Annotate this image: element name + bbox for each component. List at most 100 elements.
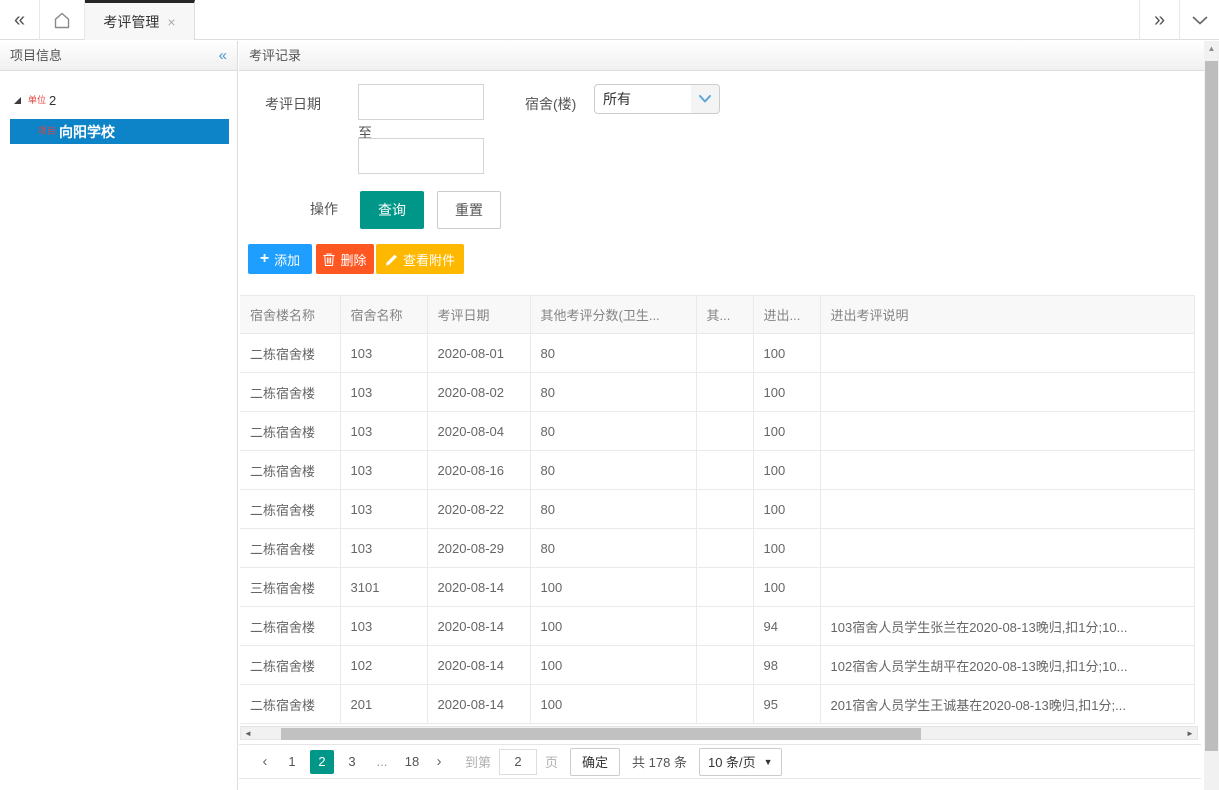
project-tree: 单位 2 项目 向阳学校 [0,71,237,144]
dorm-select[interactable]: 所有 [594,84,720,114]
scroll-up-arrow-icon[interactable]: ▲ [1204,41,1219,55]
goto-page-input[interactable] [499,749,537,775]
page-size-select[interactable]: 10 条/页 ▼ [699,748,782,776]
records-table: 宿舍楼名称宿舍名称考评日期其他考评分数(卫生...其...进出...进出考评说明… [240,295,1196,724]
reset-button[interactable]: 重置 [437,191,501,229]
table-cell: 100 [753,373,820,412]
pagination-next-icon[interactable]: › [427,753,451,770]
table-row[interactable]: 二栋宿舍楼1032020-08-0180100 [240,334,1195,373]
table-row[interactable]: 三栋宿舍楼31012020-08-14100100 [240,568,1195,607]
pagination-prev-icon[interactable]: ‹ [253,753,277,770]
table-row[interactable]: 二栋宿舍楼1032020-08-2980100 [240,529,1195,568]
table-cell: 二栋宿舍楼 [240,334,340,373]
tab-menu-button[interactable] [1179,0,1219,40]
table-cell: 二栋宿舍楼 [240,451,340,490]
table-cell: 80 [530,490,696,529]
tab-kaoping-guanli[interactable]: 考评管理 × [85,0,195,40]
collapse-tabs-button[interactable]: « [0,0,40,40]
table-cell: 103 [340,490,427,529]
table-cell: 103 [340,373,427,412]
table-cell: 二栋宿舍楼 [240,412,340,451]
table-cell [696,607,753,646]
table-cell: 98 [753,646,820,685]
view-attachment-button-label: 查看附件 [403,250,455,269]
home-button[interactable] [40,0,85,40]
expand-tabs-button[interactable]: » [1139,0,1179,40]
tree-expand-caret-icon[interactable] [14,97,21,104]
table-row[interactable]: 二栋宿舍楼1032020-08-1680100 [240,451,1195,490]
tree-node-label: 2 [49,93,56,108]
horizontal-scrollbar[interactable]: ◄ ► [240,726,1198,740]
table-row[interactable]: 二栋宿舍楼1032020-08-0480100 [240,412,1195,451]
pagination-bar: ‹ 123...18 › 到第 页 确定 共 178 条 10 条/页 ▼ [239,744,1201,779]
search-button[interactable]: 查询 [360,191,424,229]
table-row[interactable]: 二栋宿舍楼1022020-08-1410098102宿舍人员学生胡平在2020-… [240,646,1195,685]
table-row[interactable]: 二栋宿舍楼1032020-08-2280100 [240,490,1195,529]
scroll-left-arrow-icon[interactable]: ◄ [241,727,255,739]
table-cell: 103 [340,334,427,373]
table-cell: 80 [530,334,696,373]
main-panel-title: 考评记录 [239,41,1204,71]
table-cell: 100 [530,607,696,646]
date-to-input[interactable] [358,138,484,174]
action-label: 操作 [310,199,338,219]
table-row[interactable]: 二栋宿舍楼2012020-08-1410095201宿舍人员学生王诚基在2020… [240,685,1195,724]
tree-node-unit[interactable]: 单位 2 [0,89,237,111]
goto-confirm-button[interactable]: 确定 [570,748,620,776]
add-button[interactable]: + 添加 [248,244,312,274]
table-cell: 2020-08-16 [427,451,530,490]
table-cell [696,334,753,373]
pagination-page[interactable]: 18 [400,750,424,774]
view-attachment-button[interactable]: 查看附件 [376,244,464,274]
table-header-row: 宿舍楼名称宿舍名称考评日期其他考评分数(卫生...其...进出...进出考评说明 [240,296,1195,334]
table-cell [820,451,1195,490]
total-count-label: 共 178 条 [632,752,687,771]
sidebar-collapse-icon[interactable]: « [219,41,227,70]
table-cell: 2020-08-22 [427,490,530,529]
table-row[interactable]: 二栋宿舍楼1032020-08-0280100 [240,373,1195,412]
table-cell [820,373,1195,412]
table-column-header: 进出考评说明 [820,296,1195,334]
table-cell [696,568,753,607]
tab-close-icon[interactable]: × [167,14,175,30]
table-cell: 201 [340,685,427,724]
table-cell: 100 [753,334,820,373]
table-cell: 103 [340,412,427,451]
pagination-pages: 123...18 [277,750,427,774]
delete-button-label: 删除 [340,250,366,269]
table-column-header: 考评日期 [427,296,530,334]
table-cell: 103宿舍人员学生张兰在2020-08-13晚归,扣1分;10... [820,607,1195,646]
table-cell: 二栋宿舍楼 [240,490,340,529]
vertical-scrollbar-thumb[interactable] [1205,61,1218,751]
date-from-input[interactable] [358,84,484,120]
tree-node-school-selected[interactable]: 项目 向阳学校 [10,119,229,144]
vertical-scrollbar[interactable]: ▲ [1204,41,1219,790]
table-cell: 80 [530,373,696,412]
pagination-page[interactable]: 2 [310,750,334,774]
tab-label: 考评管理 [103,12,159,32]
scroll-right-arrow-icon[interactable]: ► [1183,727,1197,739]
delete-button[interactable]: 删除 [316,244,374,274]
main-panel: 考评记录 考评日期 至 宿舍(楼) 所有 操作 查询 重置 + 添加 删除 查看… [239,41,1204,790]
table-cell [820,568,1195,607]
table-cell: 三栋宿舍楼 [240,568,340,607]
project-badge: 项目 [38,127,56,136]
page-size-value: 10 条/页 [708,752,756,771]
pagination-page[interactable]: 1 [280,750,304,774]
home-icon [52,11,72,30]
table-cell [696,685,753,724]
table-cell: 2020-08-29 [427,529,530,568]
horizontal-scrollbar-thumb[interactable] [281,728,921,740]
trash-icon [323,253,335,266]
dropdown-arrow-icon: ▼ [764,757,773,767]
table-cell: 103 [340,529,427,568]
goto-page-label: 到第 [465,752,491,771]
sidebar-title: 项目信息 [10,41,62,70]
pagination-page[interactable]: 3 [340,750,364,774]
table-cell [696,412,753,451]
table-column-header: 宿舍名称 [340,296,427,334]
tab-bar: « 考评管理 × » [0,0,1219,40]
table-cell: 103 [340,451,427,490]
table-row[interactable]: 二栋宿舍楼1032020-08-1410094103宿舍人员学生张兰在2020-… [240,607,1195,646]
table-cell: 二栋宿舍楼 [240,529,340,568]
